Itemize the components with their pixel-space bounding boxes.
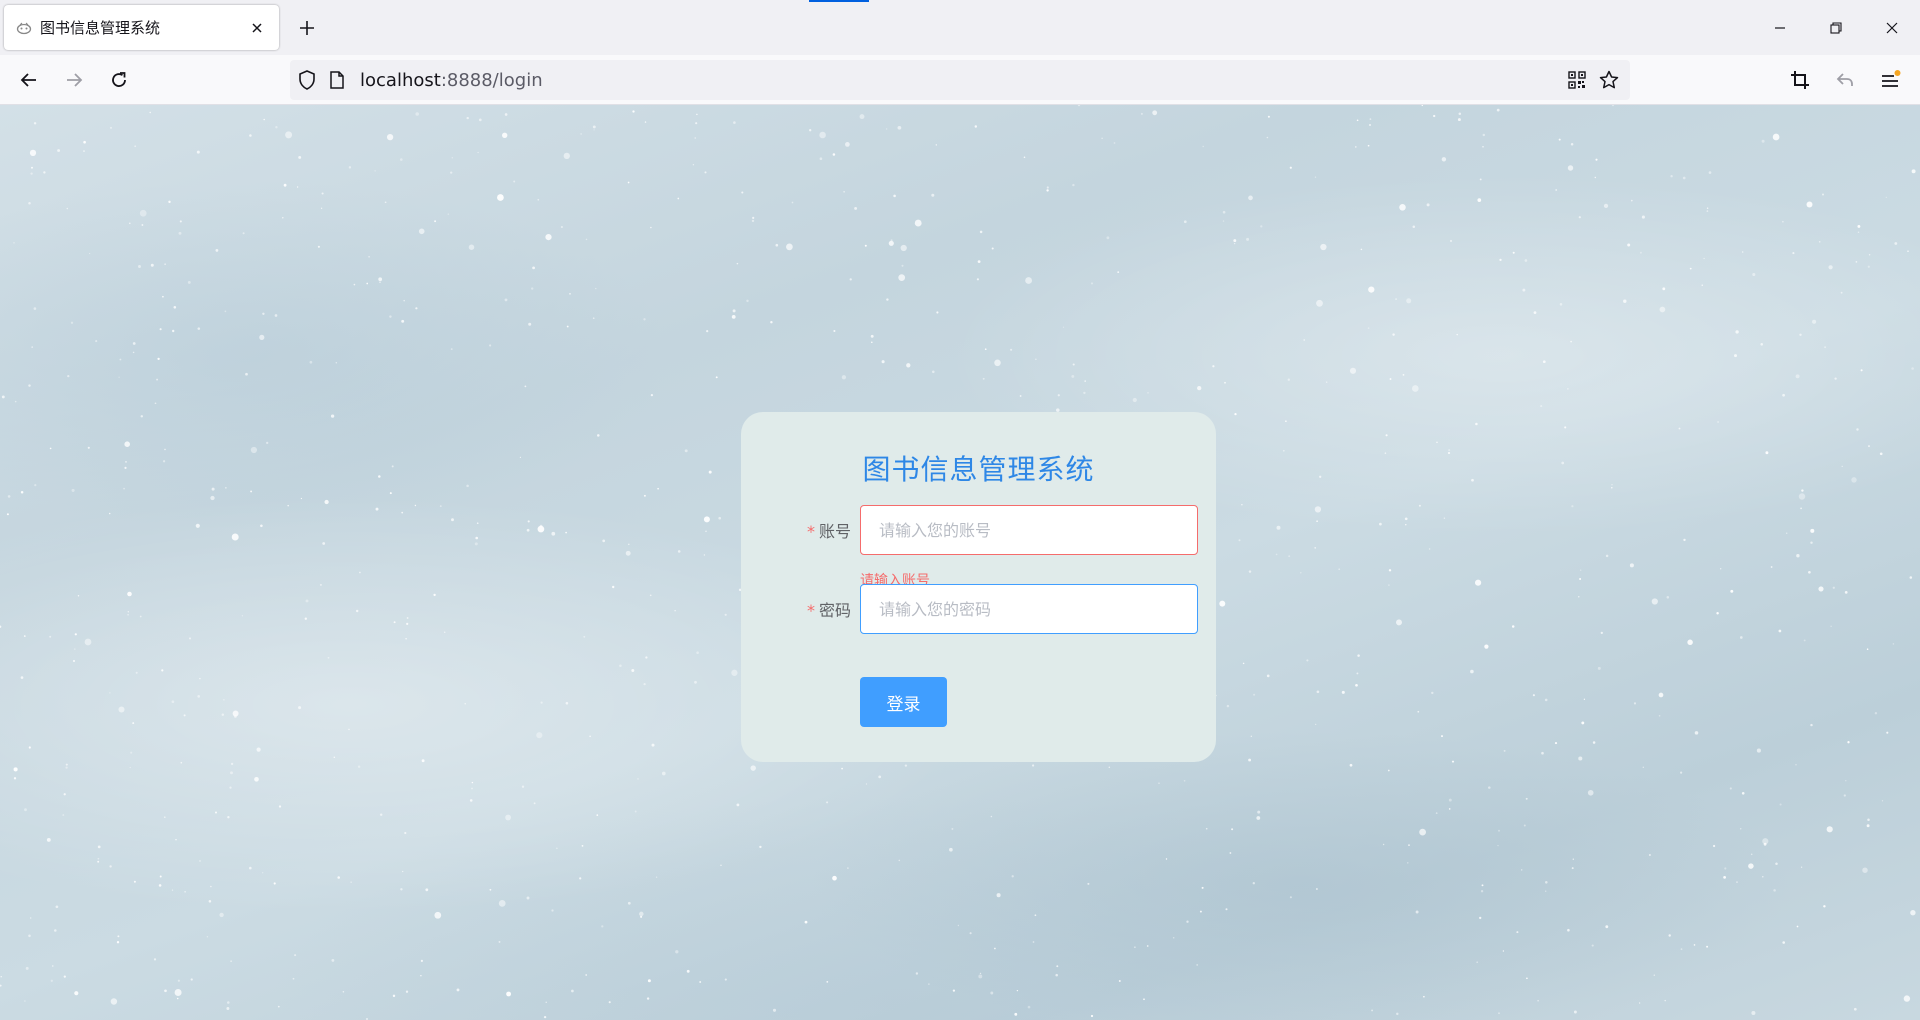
login-page-background: 图书信息管理系统 *账号 请输入账号 *密码 登录: [0, 105, 1920, 1020]
login-title: 图书信息管理系统: [862, 453, 1095, 486]
new-tab-plus-icon[interactable]: [293, 14, 321, 42]
login-button[interactable]: 登录: [860, 677, 947, 727]
tabstrip-accent-line: [809, 0, 869, 2]
qr-code-icon[interactable]: [1566, 69, 1588, 91]
tab-title: 图书信息管理系统: [40, 19, 161, 37]
browser-navbar: localhost:8888/login: [0, 55, 1920, 105]
vue-app-icon: [16, 20, 32, 36]
undo-arrow-icon[interactable]: [1829, 64, 1861, 96]
minimize-icon[interactable]: [1752, 0, 1808, 55]
reload-icon[interactable]: [103, 64, 135, 96]
url-bar-actions: [1566, 69, 1620, 91]
password-label: * 密码: [741, 597, 851, 621]
required-mark: *: [806, 601, 815, 620]
required-mark: *: [806, 522, 815, 541]
login-card: 图书信息管理系统 *账号 请输入账号 *密码 登录: [741, 412, 1216, 762]
account-input[interactable]: [860, 505, 1198, 555]
forward-arrow-icon[interactable]: [58, 64, 90, 96]
restore-icon[interactable]: [1808, 0, 1864, 55]
url-path: :8888/login: [440, 69, 543, 91]
url-text[interactable]: localhost:8888/login: [360, 70, 1566, 91]
shield-icon[interactable]: [296, 69, 318, 91]
close-tab-icon[interactable]: [245, 16, 269, 40]
account-label: * 账号: [741, 518, 851, 542]
password-input[interactable]: [860, 584, 1198, 634]
window-controls: [1752, 0, 1920, 55]
browser-titlebar: 图书信息管理系统: [0, 0, 1920, 55]
back-arrow-icon[interactable]: [13, 64, 45, 96]
menu-hamburger-icon[interactable]: [1874, 64, 1906, 96]
url-bar[interactable]: localhost:8888/login: [290, 60, 1630, 100]
account-label-text: 账号: [818, 522, 851, 541]
page-info-icon[interactable]: [326, 69, 348, 91]
crop-screenshot-icon[interactable]: [1784, 64, 1816, 96]
browser-tab-active[interactable]: 图书信息管理系统: [4, 5, 279, 50]
url-host: localhost: [360, 69, 441, 91]
password-label-text: 密码: [818, 601, 851, 620]
close-window-icon[interactable]: [1864, 0, 1920, 55]
bookmark-star-icon[interactable]: [1598, 69, 1620, 91]
